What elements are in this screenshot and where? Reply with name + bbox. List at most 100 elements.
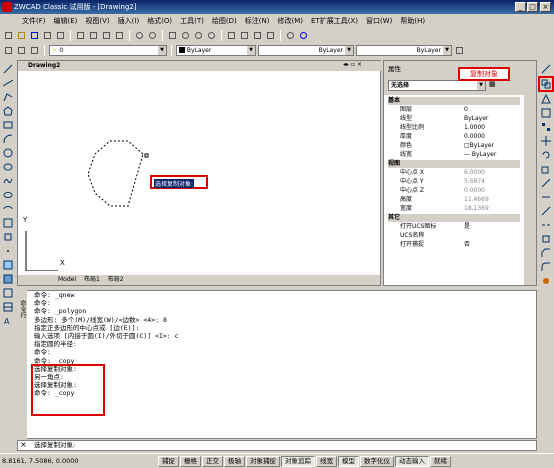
property-row[interactable]: 宽度 18.1369 [388, 205, 520, 213]
plot-style-icon[interactable] [454, 45, 465, 56]
hatch-icon[interactable] [3, 260, 13, 270]
undo-icon[interactable] [134, 30, 145, 41]
break-icon[interactable] [541, 220, 551, 230]
menu-format[interactable]: 格式(O) [147, 16, 172, 26]
status-toggle[interactable]: 正交 [202, 455, 223, 467]
save-icon[interactable] [29, 30, 40, 41]
zoom-previous-icon[interactable] [206, 30, 217, 41]
status-toggle[interactable]: 栅格 [180, 455, 201, 467]
menu-tools[interactable]: 工具(T) [180, 16, 204, 26]
line-icon[interactable] [3, 64, 13, 74]
status-toggle[interactable]: 模型 [338, 455, 359, 467]
search-icon[interactable] [285, 30, 296, 41]
quick-select-icon[interactable]: ▦ [489, 80, 496, 88]
linetype-select[interactable]: ByLayer ▼ [258, 44, 354, 56]
properties-icon[interactable] [226, 30, 237, 41]
join-icon[interactable] [541, 234, 551, 244]
cut-icon[interactable] [75, 30, 86, 41]
stretch-icon[interactable] [541, 178, 551, 188]
cloud-icon[interactable] [3, 162, 13, 172]
multiline-text-icon[interactable]: A [3, 316, 13, 326]
arc-icon[interactable] [3, 134, 13, 144]
print-preview-icon[interactable] [55, 30, 66, 41]
design-center-icon[interactable] [239, 30, 250, 41]
menu-et-tools[interactable]: ET扩展工具(X) [311, 16, 358, 26]
color-select[interactable]: ByLayer ▼ [176, 44, 256, 56]
table-icon[interactable] [3, 302, 13, 312]
polygon-icon[interactable] [3, 106, 13, 116]
mirror-icon[interactable] [541, 93, 551, 104]
help-icon[interactable] [298, 30, 309, 41]
property-row[interactable]: 线型比例 1.0000 [388, 124, 520, 132]
menu-edit[interactable]: 编辑(E) [54, 16, 78, 26]
property-row[interactable]: 线宽 — ByLayer [388, 151, 520, 159]
open-file-icon[interactable] [16, 30, 27, 41]
menu-draw[interactable]: 绘图(D) [212, 16, 237, 26]
layer-manager-icon[interactable] [3, 45, 14, 56]
drawing-tab-title[interactable]: Drawing2 [28, 62, 60, 69]
property-row[interactable]: 中心点 Z 0.0000 [388, 187, 520, 195]
layer-select[interactable]: ☼ 0 ▼ [49, 44, 167, 56]
property-row[interactable]: 打开UCS图标 是 [388, 223, 520, 231]
circle-icon[interactable] [3, 148, 13, 158]
tool-palette-icon[interactable] [252, 30, 263, 41]
minimize-button[interactable]: _ [515, 2, 526, 12]
tab-layout2[interactable]: 布局2 [102, 276, 124, 283]
close-button[interactable]: × [540, 2, 551, 12]
print-icon[interactable] [42, 30, 53, 41]
trim-icon[interactable] [541, 192, 551, 202]
drawing-canvas[interactable] [18, 71, 380, 271]
region-icon[interactable] [3, 288, 13, 298]
gradient-icon[interactable] [3, 274, 13, 284]
status-toggle[interactable]: 捕捉 [158, 455, 179, 467]
zoom-window-icon[interactable] [193, 30, 204, 41]
new-file-icon[interactable] [3, 30, 14, 41]
status-toggle[interactable]: 对象捕捉 [246, 455, 280, 467]
status-toggle[interactable]: 对象追踪 [281, 455, 315, 467]
offset-icon[interactable] [541, 108, 551, 118]
property-row[interactable]: 颜色 □ByLayer [388, 142, 520, 150]
move-icon[interactable] [541, 136, 551, 146]
property-group[interactable]: 视图 [388, 160, 520, 168]
menu-window[interactable]: 窗口(W) [366, 16, 392, 26]
rectangle-icon[interactable] [3, 120, 13, 130]
extend-icon[interactable] [541, 206, 551, 216]
construction-line-icon[interactable] [2, 78, 14, 88]
property-row[interactable]: 打开捕捉 否 [388, 241, 520, 249]
calculator-icon[interactable] [265, 30, 276, 41]
command-input[interactable]: 选择复制对象: [17, 440, 537, 451]
rotate-icon[interactable] [541, 150, 551, 160]
status-toggle[interactable]: 极轴 [224, 455, 245, 467]
property-row[interactable]: 图层 0 [388, 106, 520, 114]
status-toggle[interactable]: 动态输入 [395, 455, 429, 467]
menu-modify[interactable]: 修改(M) [277, 16, 303, 26]
property-row[interactable]: 高度 11.4669 [388, 196, 520, 204]
maximize-button[interactable]: □ [527, 2, 538, 12]
explode-icon[interactable] [541, 276, 551, 286]
selection-select[interactable]: 无选择 ▼ [388, 80, 486, 91]
zoom-realtime-icon[interactable] [180, 30, 191, 41]
close-icon[interactable]: × [20, 440, 27, 449]
property-row[interactable]: 中心点 Y 5.6874 [388, 178, 520, 186]
array-icon[interactable] [541, 122, 551, 132]
make-layer-current-icon[interactable] [29, 45, 40, 56]
property-row[interactable]: UCS名称 [388, 232, 520, 240]
scale-icon[interactable] [541, 164, 551, 174]
redo-icon[interactable] [147, 30, 158, 41]
make-block-icon[interactable] [3, 232, 13, 242]
status-toggle[interactable]: 就绪 [430, 455, 451, 467]
spline-icon[interactable] [3, 176, 13, 186]
layer-previous-icon[interactable] [16, 45, 27, 56]
property-row[interactable]: 线型 ByLayer [388, 115, 520, 123]
chamfer-icon[interactable] [541, 248, 551, 258]
property-row[interactable]: 中心点 X 6.0000 [388, 169, 520, 177]
menu-dimension[interactable]: 标注(N) [245, 16, 270, 26]
menu-help[interactable]: 帮助(H) [400, 16, 425, 26]
property-row[interactable]: 厚度 0.0000 [388, 133, 520, 141]
match-properties-icon[interactable] [114, 30, 125, 41]
copy-object-icon[interactable] [541, 79, 551, 89]
fillet-icon[interactable] [541, 262, 551, 272]
status-toggle[interactable]: 线宽 [316, 455, 337, 467]
menu-file[interactable]: 文件(F) [22, 16, 46, 26]
menu-insert[interactable]: 插入(I) [118, 16, 140, 26]
